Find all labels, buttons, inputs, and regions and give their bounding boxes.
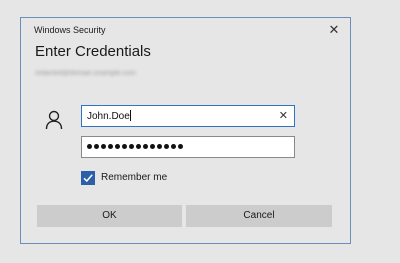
password-dot	[157, 144, 162, 149]
remember-me-checkbox[interactable]	[81, 171, 95, 185]
password-dot	[108, 144, 113, 149]
credentials-dialog: Windows Security ✕ Enter Credentials red…	[20, 17, 351, 244]
password-dot	[129, 144, 134, 149]
password-dot	[87, 144, 92, 149]
checkmark-icon	[83, 174, 93, 183]
password-dot	[164, 144, 169, 149]
user-icon	[45, 110, 63, 130]
password-dot	[150, 144, 155, 149]
password-input[interactable]	[81, 136, 295, 158]
password-dot	[178, 144, 183, 149]
username-input[interactable]: John.Doe ✕	[81, 105, 295, 127]
password-mask	[87, 144, 183, 149]
text-caret	[129, 110, 131, 121]
title-bar[interactable]: Windows Security ✕	[21, 18, 350, 44]
password-dot	[136, 144, 141, 149]
window-title: Windows Security	[34, 25, 106, 35]
remember-me-label[interactable]: Remember me	[101, 172, 167, 183]
account-hint: redacted@domain.example.com	[35, 70, 136, 77]
password-dot	[94, 144, 99, 149]
password-dot	[143, 144, 148, 149]
ok-button[interactable]: OK	[37, 205, 182, 227]
clear-icon[interactable]: ✕	[279, 109, 288, 122]
username-value: John.Doe	[87, 110, 131, 122]
password-dot	[122, 144, 127, 149]
cancel-button[interactable]: Cancel	[186, 205, 332, 227]
password-dot	[101, 144, 106, 149]
password-dot	[171, 144, 176, 149]
dialog-heading: Enter Credentials	[35, 43, 151, 60]
close-icon[interactable]: ✕	[327, 23, 341, 37]
password-dot	[115, 144, 120, 149]
